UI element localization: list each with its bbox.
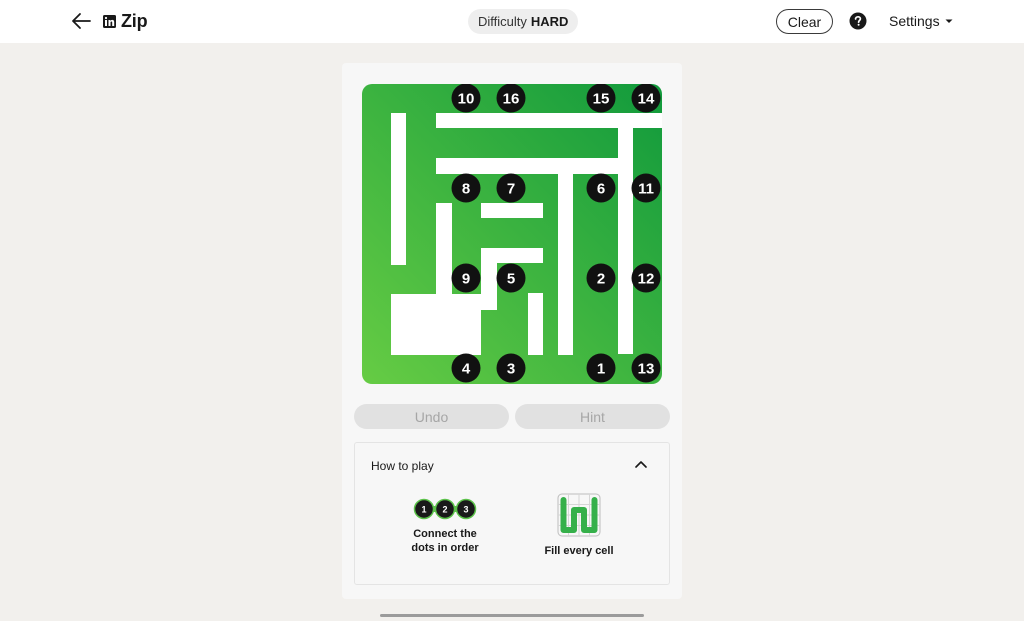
action-row: Undo Hint: [354, 404, 670, 429]
dot-label: 5: [507, 271, 515, 288]
tip-connect-line1: Connect the: [413, 528, 477, 540]
clear-button[interactable]: Clear: [776, 9, 833, 34]
settings-label: Settings: [889, 13, 940, 29]
fill-grid-icon: [557, 493, 601, 537]
dot-2[interactable]: 2: [586, 263, 616, 293]
dot-4[interactable]: 4: [451, 353, 481, 383]
tip-connect-dots: 1 2 3 Connect the dots in order: [395, 498, 495, 555]
dot-12[interactable]: 12: [631, 263, 661, 293]
dot-10[interactable]: 10: [451, 84, 481, 113]
dot-3[interactable]: 3: [496, 353, 526, 383]
dot-label: 1: [597, 361, 605, 378]
settings-menu[interactable]: Settings: [889, 12, 954, 30]
dot-5[interactable]: 5: [496, 263, 526, 293]
dot-label: 15: [593, 91, 610, 108]
dot-label: 16: [503, 91, 520, 108]
undo-button[interactable]: Undo: [354, 404, 509, 429]
tip-fill-line1: Fill every cell: [544, 545, 614, 557]
tip-dot-1: 1: [421, 505, 426, 515]
game-title: Zip: [121, 10, 148, 31]
dot-16[interactable]: 16: [496, 84, 526, 113]
how-to-play-title: How to play: [371, 459, 434, 473]
caret-down-icon: [945, 19, 953, 23]
dot-label: 13: [638, 361, 655, 378]
tip-dot-3: 3: [463, 505, 468, 515]
dot-7[interactable]: 7: [496, 173, 526, 203]
hint-button[interactable]: Hint: [515, 404, 670, 429]
home-indicator: [380, 614, 644, 617]
dot-14[interactable]: 14: [631, 84, 661, 113]
dot-8[interactable]: 8: [451, 173, 481, 203]
dot-label: 3: [507, 361, 515, 378]
difficulty-value: HARD: [530, 14, 569, 29]
how-to-play-panel: How to play 1 2 3 Connect the dots in or…: [354, 442, 670, 585]
dot-13[interactable]: 13: [631, 353, 661, 383]
tip-fill-cells: Fill every cell: [529, 493, 629, 558]
dot-label: 7: [507, 181, 515, 198]
dot-label: 10: [458, 91, 475, 108]
linkedin-logo-icon: [103, 14, 116, 28]
dot-label: 8: [462, 181, 470, 198]
dot-label: 14: [638, 91, 655, 108]
zip-board[interactable]: 12345678910111213141516: [362, 84, 662, 384]
game-card: 1 2 3 4 5 6 7 8 9 10 11 12 13 14 15 16 Undo Hint How to…: [342, 63, 682, 599]
chevron-up-icon: [635, 461, 647, 468]
dot-label: 12: [638, 271, 655, 288]
dot-label: 6: [597, 181, 605, 198]
dot-6[interactable]: 6: [586, 173, 616, 203]
dot-9[interactable]: 9: [451, 263, 481, 293]
dot-label: 2: [597, 271, 605, 288]
numbered-dots-icon: 1 2 3: [413, 498, 477, 520]
dot-15[interactable]: 15: [586, 84, 616, 113]
difficulty-label: Difficulty: [478, 14, 527, 29]
question-circle-icon[interactable]: [849, 12, 867, 30]
dot-1[interactable]: 1: [586, 353, 616, 383]
dot-label: 4: [462, 361, 471, 378]
dot-label: 11: [638, 181, 654, 198]
tip-dot-2: 2: [442, 505, 447, 515]
dot-11[interactable]: 11: [631, 173, 661, 203]
difficulty-badge: Difficulty HARD: [468, 9, 579, 34]
dot-label: 9: [462, 271, 470, 288]
tip-connect-line2: dots in order: [411, 542, 479, 554]
how-to-play-toggle[interactable]: How to play: [355, 443, 669, 487]
arrow-left-icon[interactable]: [70, 11, 92, 31]
brand: Zip: [103, 9, 148, 33]
top-bar: Zip Difficulty HARD Clear Settings: [0, 0, 1024, 43]
